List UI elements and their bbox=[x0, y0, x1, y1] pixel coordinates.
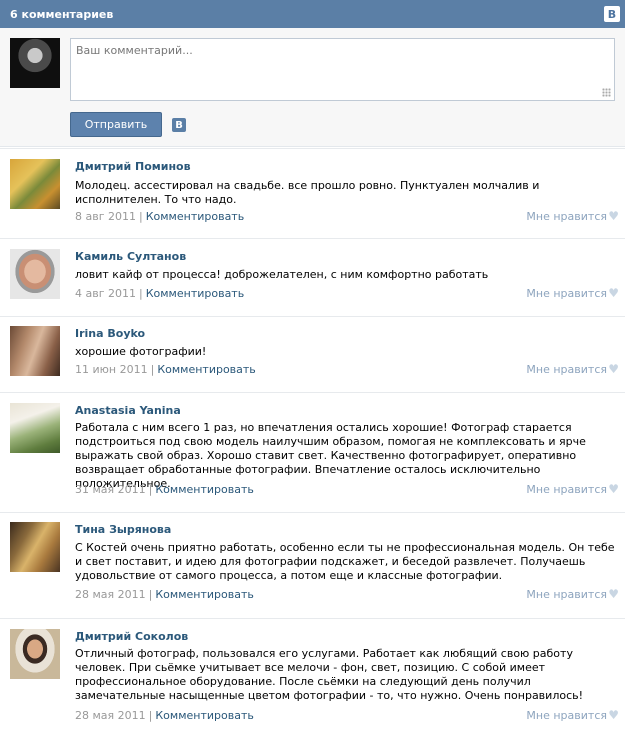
heart-icon[interactable]: ♥ bbox=[608, 588, 619, 600]
comment-date[interactable]: 4 авг 2011 bbox=[75, 287, 136, 300]
comment-text: хорошие фотографии! bbox=[75, 345, 207, 358]
comment-input[interactable]: Ваш комментарий... bbox=[70, 38, 615, 101]
comment-meta: 28 мая 2011 | Комментировать bbox=[75, 709, 254, 722]
heart-icon[interactable]: ♥ bbox=[608, 363, 619, 375]
comment-item: Тина Зырянова С Костей очень приятно раб… bbox=[0, 512, 625, 618]
vk-logo-icon[interactable]: B bbox=[604, 6, 620, 22]
send-button[interactable]: Отправить bbox=[70, 112, 162, 137]
comment-text: Работала с ним всего 1 раз, но впечатлен… bbox=[75, 421, 586, 490]
comment-text: ловит кайф от процесса! доброжелателен, … bbox=[75, 268, 489, 281]
comment-meta: 8 авг 2011 | Комментировать bbox=[75, 210, 245, 223]
comment-item: Anastasia Yanina Работала с ним всего 1 … bbox=[0, 392, 625, 512]
avatar[interactable] bbox=[10, 629, 60, 679]
comment-author[interactable]: Камиль Султанов bbox=[75, 250, 186, 263]
comment-date[interactable]: 28 мая 2011 bbox=[75, 709, 146, 722]
comment-meta: 31 мая 2011 | Комментировать bbox=[75, 483, 254, 496]
reply-link[interactable]: Комментировать bbox=[157, 363, 255, 376]
comment-text: Отличный фотограф, пользовался его услуг… bbox=[75, 647, 584, 702]
avatar[interactable] bbox=[10, 249, 60, 299]
comment-meta: 11 июн 2011 | Комментировать bbox=[75, 363, 256, 376]
comment-date[interactable]: 11 июн 2011 bbox=[75, 363, 148, 376]
comment-author[interactable]: Anastasia Yanina bbox=[75, 404, 181, 417]
heart-icon[interactable]: ♥ bbox=[608, 483, 619, 495]
comment-meta: 28 мая 2011 | Комментировать bbox=[75, 588, 254, 601]
comment-item: Irina Boyko хорошие фотографии! 11 июн 2… bbox=[0, 316, 625, 392]
like-button[interactable]: Мне нравится bbox=[526, 363, 607, 376]
comment-input-placeholder: Ваш комментарий... bbox=[76, 44, 193, 57]
reply-link[interactable]: Комментировать bbox=[146, 210, 244, 223]
comment-author[interactable]: Irina Boyko bbox=[75, 327, 145, 340]
reply-link[interactable]: Комментировать bbox=[155, 483, 253, 496]
comment-item: Дмитрий Поминов Молодец. ассестировал на… bbox=[0, 148, 625, 238]
like-button[interactable]: Мне нравится bbox=[526, 709, 607, 722]
reply-link[interactable]: Комментировать bbox=[155, 709, 253, 722]
avatar[interactable] bbox=[10, 403, 60, 453]
comment-author[interactable]: Тина Зырянова bbox=[75, 523, 171, 536]
comment-text: С Костей очень приятно работать, особенн… bbox=[75, 541, 615, 582]
avatar[interactable] bbox=[10, 522, 60, 572]
heart-icon[interactable]: ♥ bbox=[608, 709, 619, 721]
heart-icon[interactable]: ♥ bbox=[608, 287, 619, 299]
reply-link[interactable]: Комментировать bbox=[155, 588, 253, 601]
avatar[interactable] bbox=[10, 159, 60, 209]
comment-item: Дмитрий Соколов Отличный фотограф, польз… bbox=[0, 618, 625, 738]
comment-form: Ваш комментарий... Отправить B bbox=[0, 28, 625, 147]
resize-grip-icon[interactable] bbox=[602, 88, 611, 97]
vk-share-icon[interactable]: B bbox=[172, 118, 186, 132]
comment-text: Молодец. ассестировал на свадьбе. все пр… bbox=[75, 179, 540, 206]
comment-item: Камиль Султанов ловит кайф от процесса! … bbox=[0, 238, 625, 316]
like-button[interactable]: Мне нравится bbox=[526, 588, 607, 601]
avatar bbox=[10, 38, 60, 88]
like-button[interactable]: Мне нравится bbox=[526, 483, 607, 496]
comment-author[interactable]: Дмитрий Соколов bbox=[75, 630, 188, 643]
avatar[interactable] bbox=[10, 326, 60, 376]
comment-meta: 4 авг 2011 | Комментировать bbox=[75, 287, 245, 300]
comments-header: 6 комментариев B bbox=[0, 0, 625, 28]
comment-date[interactable]: 31 мая 2011 bbox=[75, 483, 146, 496]
comments-count-title: 6 комментариев bbox=[10, 7, 114, 21]
comment-date[interactable]: 8 авг 2011 bbox=[75, 210, 136, 223]
reply-link[interactable]: Комментировать bbox=[146, 287, 244, 300]
comment-date[interactable]: 28 мая 2011 bbox=[75, 588, 146, 601]
heart-icon[interactable]: ♥ bbox=[608, 210, 619, 222]
comment-author[interactable]: Дмитрий Поминов bbox=[75, 160, 191, 173]
like-button[interactable]: Мне нравится bbox=[526, 287, 607, 300]
like-button[interactable]: Мне нравится bbox=[526, 210, 607, 223]
